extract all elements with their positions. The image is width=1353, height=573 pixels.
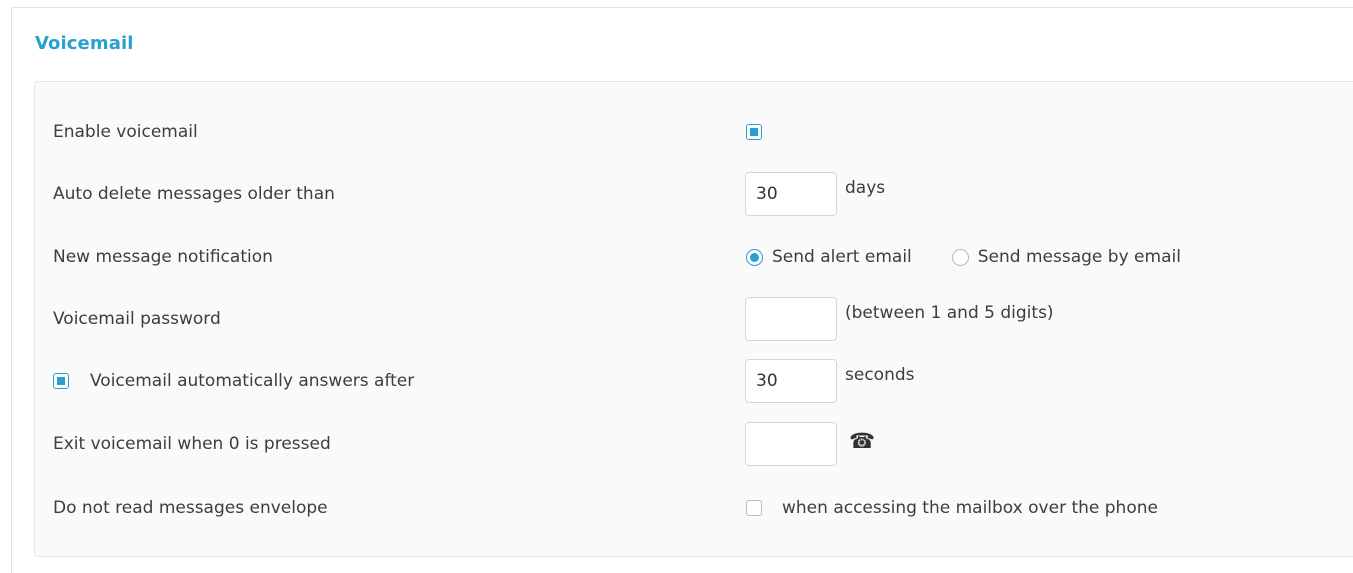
- section-title: Voicemail: [35, 33, 134, 54]
- auto-answer-seconds-input[interactable]: [745, 359, 837, 403]
- envelope-checkbox[interactable]: [746, 500, 762, 516]
- row-exit-voicemail: Exit voicemail when 0 is pressed ☎: [0, 422, 1353, 466]
- auto-delete-unit: days: [845, 178, 886, 198]
- row-new-message-notification: New message notification Send alert emai…: [0, 237, 1353, 277]
- send-message-by-email-label[interactable]: Send message by email: [978, 247, 1181, 267]
- enable-voicemail-checkbox[interactable]: [746, 124, 762, 140]
- phone-icon[interactable]: ☎: [849, 430, 875, 452]
- auto-delete-days-input[interactable]: [745, 172, 837, 216]
- auto-answer-label: Voicemail automatically answers after: [90, 371, 415, 391]
- row-do-not-read-envelope: Do not read messages envelope when acces…: [0, 488, 1353, 528]
- enable-voicemail-label: Enable voicemail: [53, 122, 198, 142]
- password-label: Voicemail password: [53, 309, 221, 329]
- exit-voicemail-number-input[interactable]: [745, 422, 837, 466]
- send-alert-email-radio[interactable]: [746, 248, 763, 266]
- password-hint: (between 1 and 5 digits): [845, 303, 1054, 323]
- row-voicemail-password: Voicemail password (between 1 and 5 digi…: [0, 297, 1353, 341]
- row-auto-answer: Voicemail automatically answers after se…: [0, 359, 1353, 403]
- auto-answer-unit: seconds: [845, 365, 915, 385]
- row-enable-voicemail: Enable voicemail: [0, 112, 1353, 152]
- exit-voicemail-label: Exit voicemail when 0 is pressed: [53, 434, 331, 454]
- auto-answer-checkbox[interactable]: [53, 373, 69, 389]
- radio-send-alert-email[interactable]: Send alert email: [746, 247, 912, 267]
- envelope-label: Do not read messages envelope: [53, 498, 328, 518]
- auto-delete-label: Auto delete messages older than: [53, 184, 335, 204]
- send-alert-email-label[interactable]: Send alert email: [772, 247, 912, 267]
- row-auto-delete: Auto delete messages older than days: [0, 172, 1353, 216]
- envelope-checkbox-text[interactable]: when accessing the mailbox over the phon…: [782, 498, 1158, 518]
- voicemail-password-input[interactable]: [745, 297, 837, 341]
- notification-label: New message notification: [53, 247, 273, 267]
- send-message-by-email-radio[interactable]: [951, 248, 969, 266]
- radio-send-message-by-email[interactable]: Send message by email: [951, 247, 1181, 267]
